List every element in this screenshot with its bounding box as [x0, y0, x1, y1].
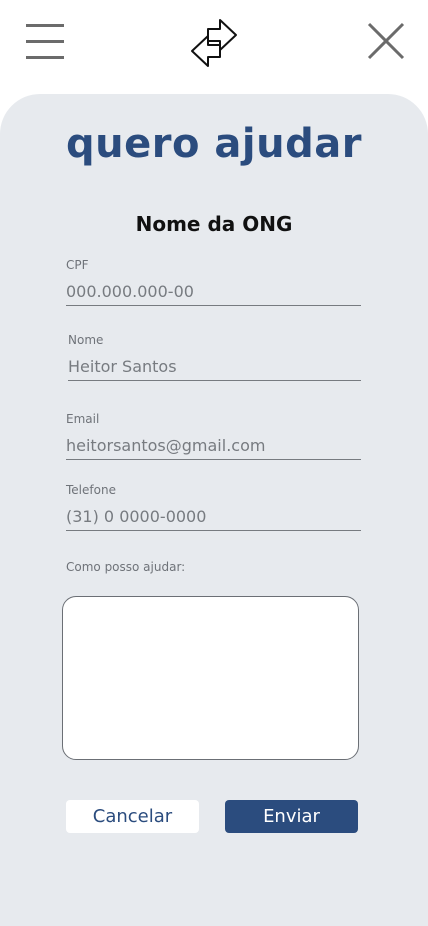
page-title: quero ajudar: [66, 121, 362, 167]
menu-line: [26, 24, 64, 27]
name-input[interactable]: [68, 353, 361, 381]
menu-line: [26, 40, 64, 43]
cancel-button[interactable]: Cancelar: [66, 800, 199, 833]
organization-name: Nome da ONG: [135, 212, 293, 236]
close-icon[interactable]: [366, 21, 406, 61]
cpf-input[interactable]: [66, 278, 361, 306]
menu-line: [26, 56, 64, 59]
email-input[interactable]: [66, 432, 361, 460]
top-bar: [0, 0, 428, 90]
exchange-arrows-icon: [191, 19, 237, 67]
phone-input[interactable]: [66, 503, 361, 531]
name-field-group: Nome: [68, 333, 364, 381]
email-field-group: Email: [66, 412, 362, 460]
hamburger-menu-icon[interactable]: [26, 24, 64, 60]
phone-field-group: Telefone: [66, 483, 362, 531]
email-label: Email: [66, 412, 100, 426]
phone-label: Telefone: [66, 483, 116, 497]
help-label: Como posso ajudar:: [66, 560, 186, 574]
send-button[interactable]: Enviar: [225, 800, 358, 833]
cpf-label: CPF: [66, 258, 89, 272]
help-textarea[interactable]: [62, 596, 359, 760]
name-label: Nome: [68, 333, 104, 347]
cpf-field-group: CPF: [66, 258, 362, 306]
